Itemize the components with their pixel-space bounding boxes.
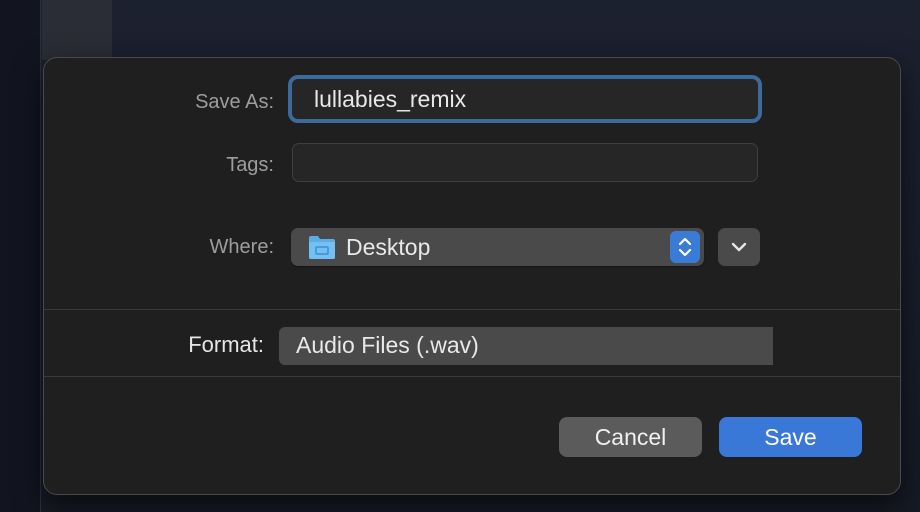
format-value: Audio Files (.wav) <box>296 332 479 358</box>
background-window-edge <box>0 0 41 512</box>
save-as-label: Save As: <box>195 91 274 113</box>
tags-input[interactable] <box>292 143 758 182</box>
folder-icon <box>308 234 336 260</box>
format-label: Format: <box>188 332 264 357</box>
save-as-input[interactable] <box>288 75 762 123</box>
background-window-panel <box>42 0 112 60</box>
tags-label: Tags: <box>226 154 274 176</box>
chevron-down-icon <box>718 242 760 270</box>
divider <box>44 376 900 377</box>
cancel-button[interactable]: Cancel <box>559 417 702 457</box>
save-dialog: Save As: Tags: Where: Desktop Format: <box>43 57 901 495</box>
divider <box>44 309 900 310</box>
where-popup-button[interactable]: Desktop <box>291 228 704 266</box>
format-popup-button[interactable]: Audio Files (.wav) <box>279 327 773 365</box>
up-down-chevron-icon[interactable] <box>670 231 700 263</box>
expand-dialog-button[interactable] <box>718 228 760 266</box>
where-label: Where: <box>209 236 274 258</box>
where-value: Desktop <box>346 234 431 260</box>
save-button[interactable]: Save <box>719 417 862 457</box>
